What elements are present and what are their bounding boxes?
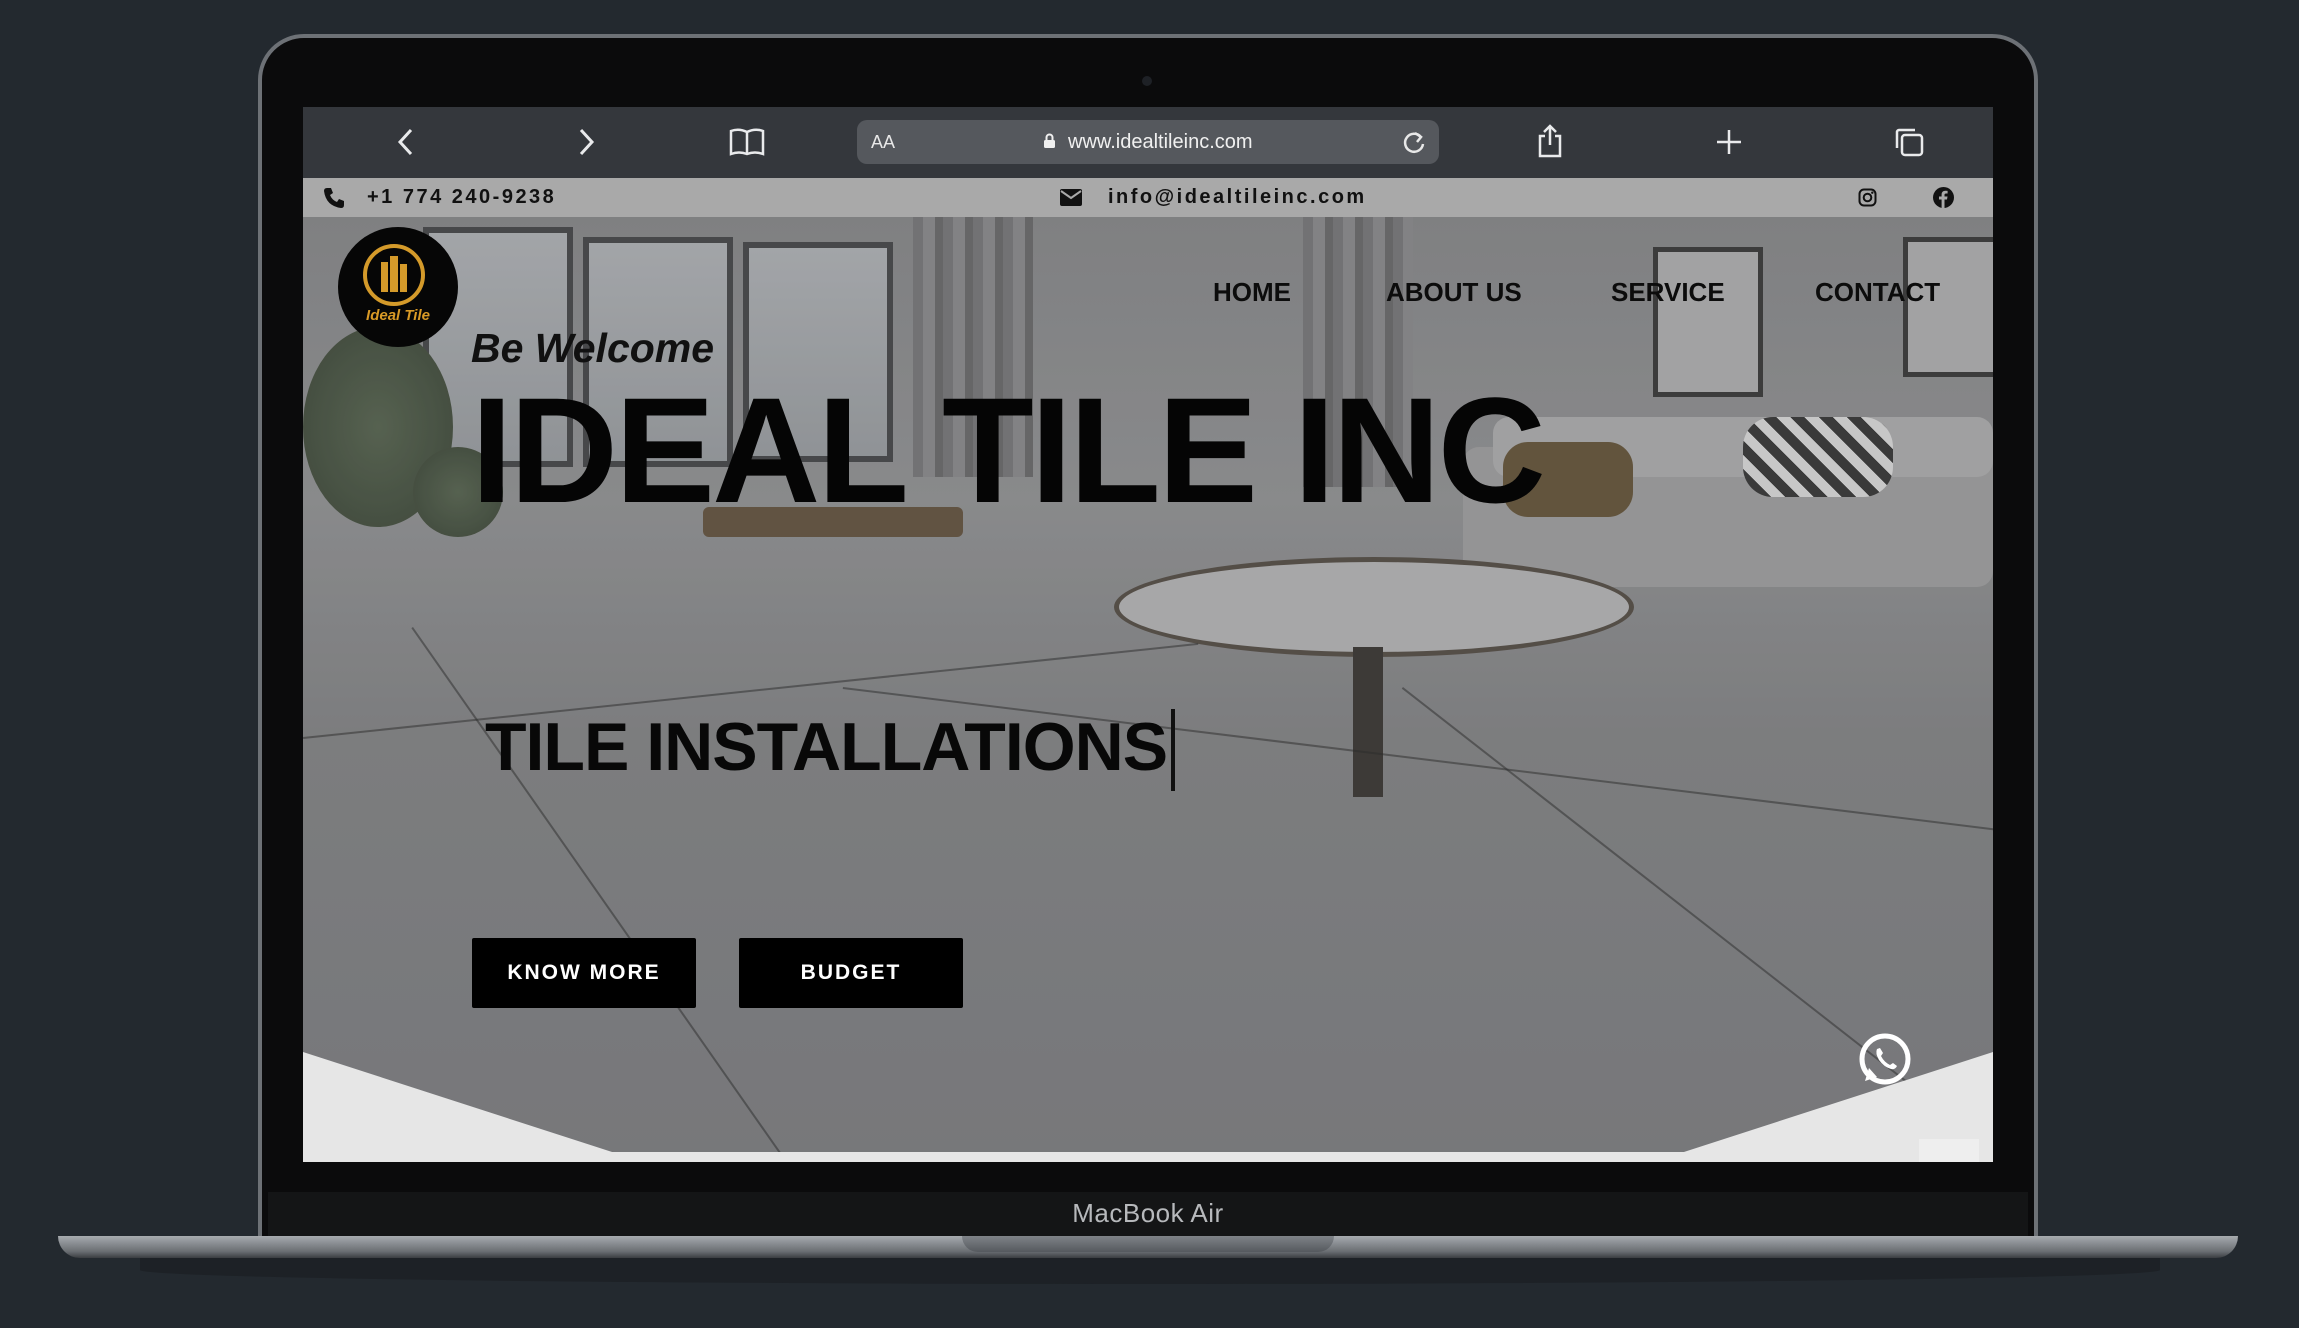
browser-toolbar: AA www.idealtileinc.com bbox=[303, 107, 1993, 178]
reload-icon[interactable] bbox=[1401, 120, 1427, 168]
url-value: www.idealtileinc.com bbox=[1068, 131, 1253, 153]
tabs-icon[interactable] bbox=[1879, 107, 1939, 183]
nav-contact[interactable]: CONTACT bbox=[1815, 277, 1940, 308]
screen: AA www.idealtileinc.com +1 774 240-9238 bbox=[303, 107, 1993, 1162]
facebook-icon[interactable] bbox=[1933, 187, 1954, 213]
email-link[interactable]: info@idealtileinc.com bbox=[1108, 178, 1367, 217]
envelope-icon bbox=[1060, 189, 1082, 211]
phone-link[interactable]: +1 774 240-9238 bbox=[367, 178, 556, 217]
laptop-notch bbox=[962, 1236, 1334, 1252]
chevron-left-icon[interactable] bbox=[376, 107, 436, 182]
hero-welcome: Be Welcome bbox=[471, 325, 715, 371]
url-text: www.idealtileinc.com bbox=[857, 120, 1439, 164]
hero-title: IDEAL TILE INC bbox=[471, 366, 1546, 534]
hero-subtitle: TILE INSTALLATIONS bbox=[485, 709, 1168, 785]
nav-about-us[interactable]: ABOUT US bbox=[1386, 277, 1522, 308]
webcam bbox=[1142, 76, 1152, 86]
logo-mark bbox=[363, 244, 425, 306]
typing-cursor bbox=[1171, 709, 1175, 791]
device-brand-label: MacBook Air bbox=[1072, 1198, 1224, 1228]
contact-topbar: +1 774 240-9238 info@idealtileinc.com bbox=[303, 178, 1993, 217]
nav-service[interactable]: SERVICE bbox=[1611, 277, 1725, 308]
site-logo[interactable]: Ideal Tile bbox=[338, 227, 458, 347]
plus-icon[interactable] bbox=[1699, 107, 1759, 181]
logo-text: Ideal Tile bbox=[366, 307, 430, 324]
address-bar[interactable]: AA www.idealtileinc.com bbox=[857, 120, 1439, 164]
budget-button[interactable]: BUDGET bbox=[739, 938, 963, 1008]
nav-home[interactable]: HOME bbox=[1213, 277, 1291, 308]
phone-icon bbox=[323, 187, 345, 214]
chevron-right-icon[interactable] bbox=[556, 107, 616, 182]
hero-section: Ideal Tile HOME ABOUT US SERVICE CONTACT… bbox=[303, 217, 1993, 1162]
hero-bottom-wave bbox=[303, 1052, 1993, 1162]
share-icon[interactable] bbox=[1520, 107, 1580, 183]
book-icon[interactable] bbox=[717, 107, 777, 182]
scroll-top-button[interactable] bbox=[1919, 1139, 1979, 1162]
whatsapp-icon[interactable] bbox=[1855, 1029, 1915, 1094]
know-more-button[interactable]: KNOW MORE bbox=[472, 938, 696, 1008]
instagram-icon[interactable] bbox=[1858, 188, 1877, 212]
laptop-shadow bbox=[140, 1256, 2160, 1284]
lock-icon bbox=[1043, 131, 1068, 153]
